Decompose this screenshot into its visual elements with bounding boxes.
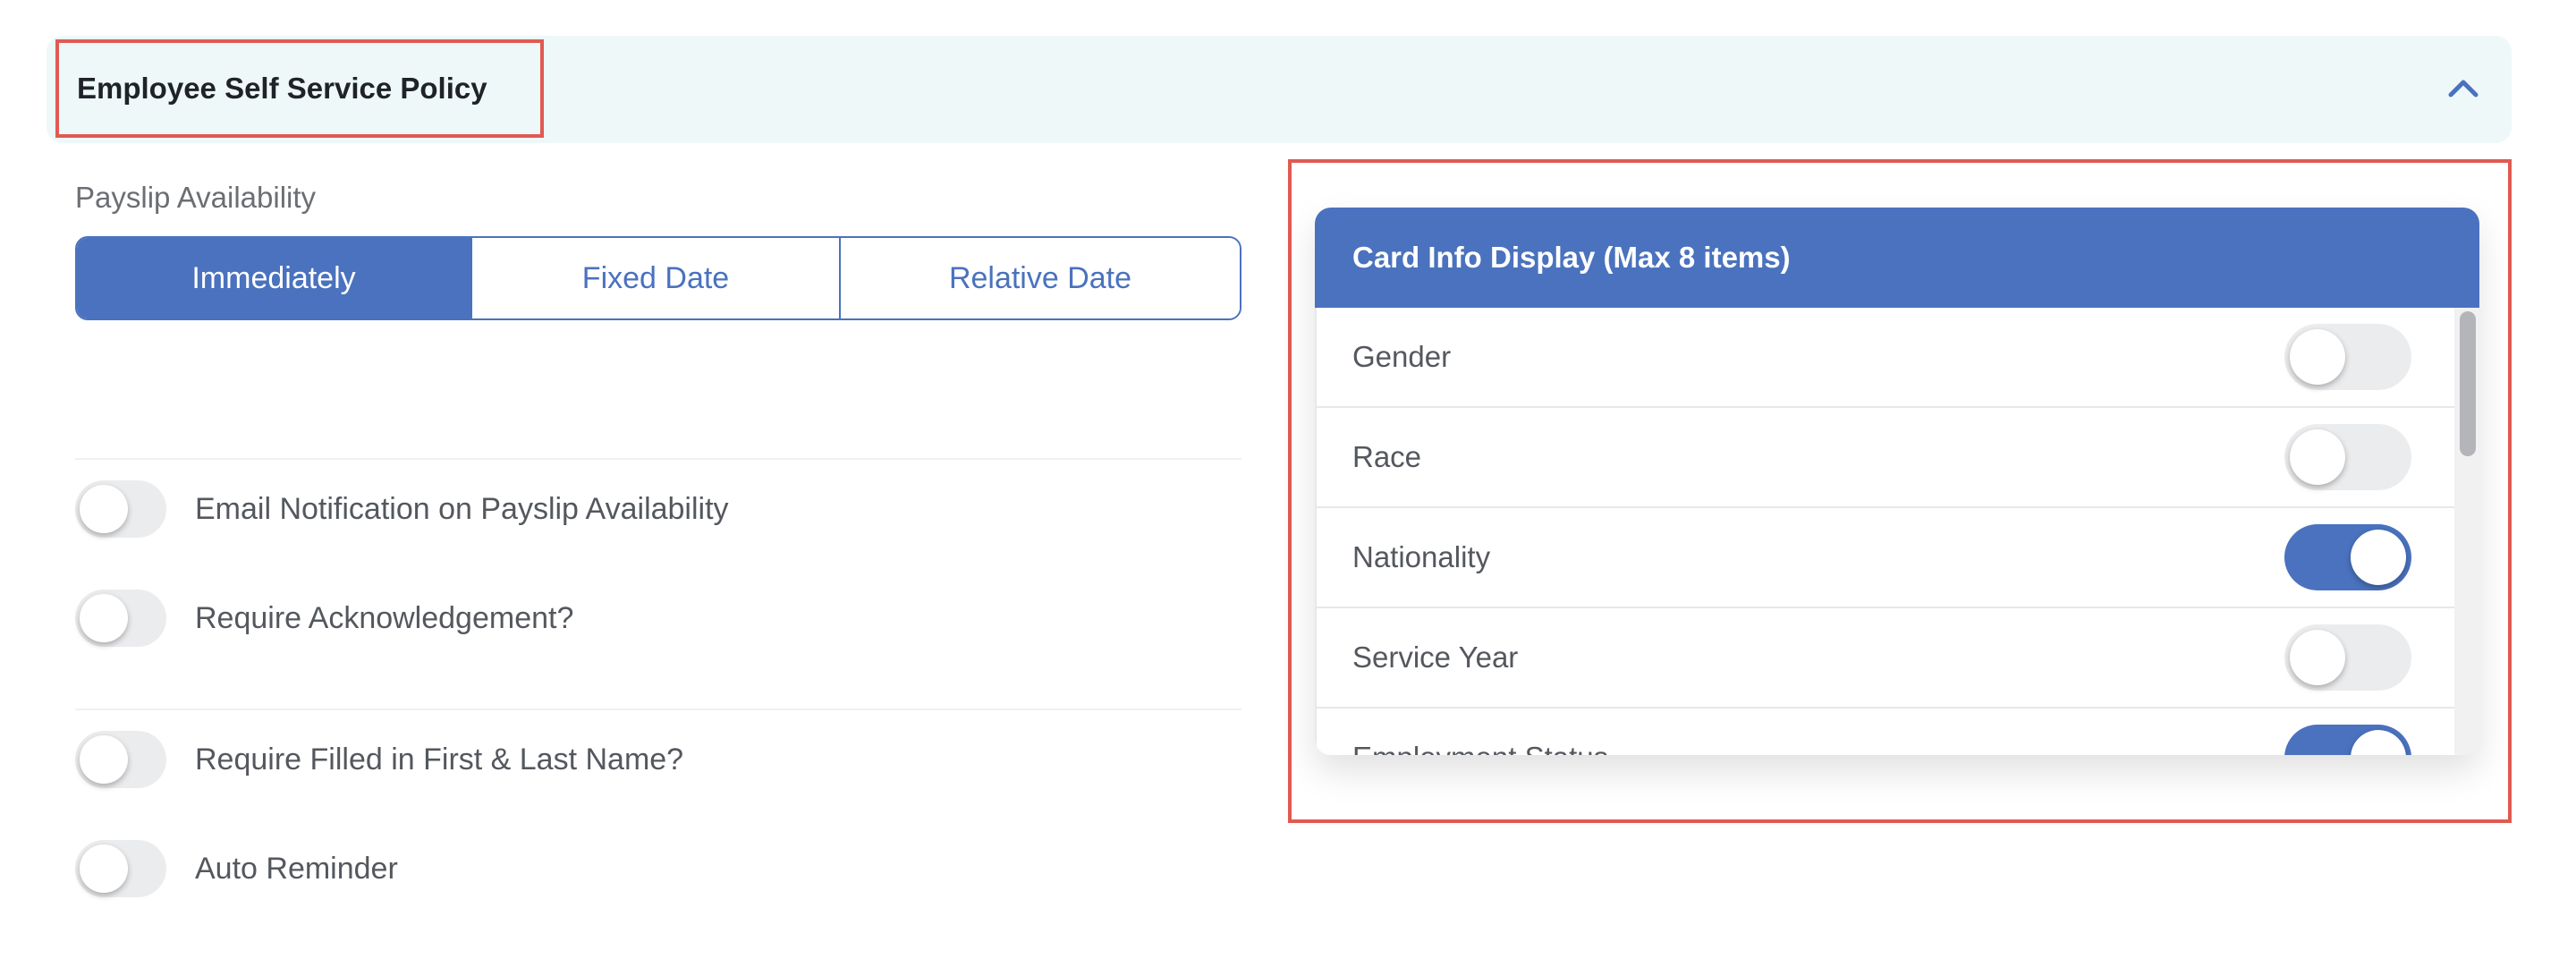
scrollbar-thumb[interactable] xyxy=(2460,311,2476,456)
employment-status-toggle[interactable] xyxy=(2284,725,2411,755)
card-info-list-container[interactable]: Gender Race Nationality Service Year Emp… xyxy=(1315,308,2479,755)
card-item-label: Gender xyxy=(1352,340,1452,373)
toggle-knob xyxy=(2290,630,2345,685)
email-notification-label: Email Notification on Payslip Availabili… xyxy=(195,491,729,526)
require-name-label: Require Filled in First & Last Name? xyxy=(195,742,684,777)
toggle-knob xyxy=(80,844,128,893)
card-info-list: Gender Race Nationality Service Year Emp… xyxy=(1315,308,2454,755)
service-year-toggle[interactable] xyxy=(2284,624,2411,691)
email-notification-row: Email Notification on Payslip Availabili… xyxy=(75,478,729,540)
auto-reminder-label: Auto Reminder xyxy=(195,851,398,886)
toggle-knob xyxy=(2290,429,2345,485)
card-item-label: Race xyxy=(1352,440,1422,473)
toggle-knob xyxy=(80,594,128,642)
section-title-highlight: Employee Self Service Policy xyxy=(55,39,544,138)
card-item-gender: Gender xyxy=(1315,308,2454,408)
require-acknowledgement-row: Require Acknowledgement? xyxy=(75,587,573,649)
toggle-knob xyxy=(80,485,128,533)
nationality-toggle[interactable] xyxy=(2284,524,2411,590)
card-info-header: Card Info Display (Max 8 items) xyxy=(1315,208,2479,308)
option-fixed-date[interactable]: Fixed Date xyxy=(470,238,839,318)
divider xyxy=(75,709,1241,710)
card-item-label: Service Year xyxy=(1352,641,1519,674)
chevron-up-icon xyxy=(2448,80,2479,98)
require-name-row: Require Filled in First & Last Name? xyxy=(75,728,683,791)
option-relative-date[interactable]: Relative Date xyxy=(839,238,1240,318)
card-item-race: Race xyxy=(1315,408,2454,508)
auto-reminder-toggle[interactable] xyxy=(75,840,166,897)
card-item-nationality: Nationality xyxy=(1315,508,2454,608)
require-name-toggle[interactable] xyxy=(75,731,166,788)
card-info-title: Card Info Display (Max 8 items) xyxy=(1352,241,1791,274)
require-acknowledgement-label: Require Acknowledgement? xyxy=(195,600,574,635)
card-info-display: Card Info Display (Max 8 items) Gender R… xyxy=(1315,208,2479,755)
card-item-label: Employment Status xyxy=(1352,741,1608,755)
gender-toggle[interactable] xyxy=(2284,324,2411,390)
section-title: Employee Self Service Policy xyxy=(77,72,487,105)
card-item-label: Nationality xyxy=(1352,540,1491,573)
payslip-availability-segmented-control: Immediately Fixed Date Relative Date xyxy=(75,236,1241,320)
payslip-availability-label: Payslip Availability xyxy=(75,181,317,214)
option-immediately[interactable]: Immediately xyxy=(77,238,470,318)
toggle-knob xyxy=(2290,329,2345,385)
card-list-scrollbar[interactable] xyxy=(2454,308,2479,755)
policy-settings-page: Employee Self Service Policy Payslip Ava… xyxy=(0,0,2576,959)
card-item-employment-status: Employment Status xyxy=(1315,709,2454,755)
toggle-knob xyxy=(80,735,128,784)
email-notification-toggle[interactable] xyxy=(75,480,166,538)
toggle-knob xyxy=(2351,730,2406,755)
require-acknowledgement-toggle[interactable] xyxy=(75,590,166,647)
race-toggle[interactable] xyxy=(2284,424,2411,490)
collapse-button[interactable] xyxy=(2436,64,2490,111)
divider xyxy=(75,458,1241,460)
card-item-service-year: Service Year xyxy=(1315,608,2454,709)
toggle-knob xyxy=(2351,530,2406,585)
auto-reminder-row: Auto Reminder xyxy=(75,837,398,900)
